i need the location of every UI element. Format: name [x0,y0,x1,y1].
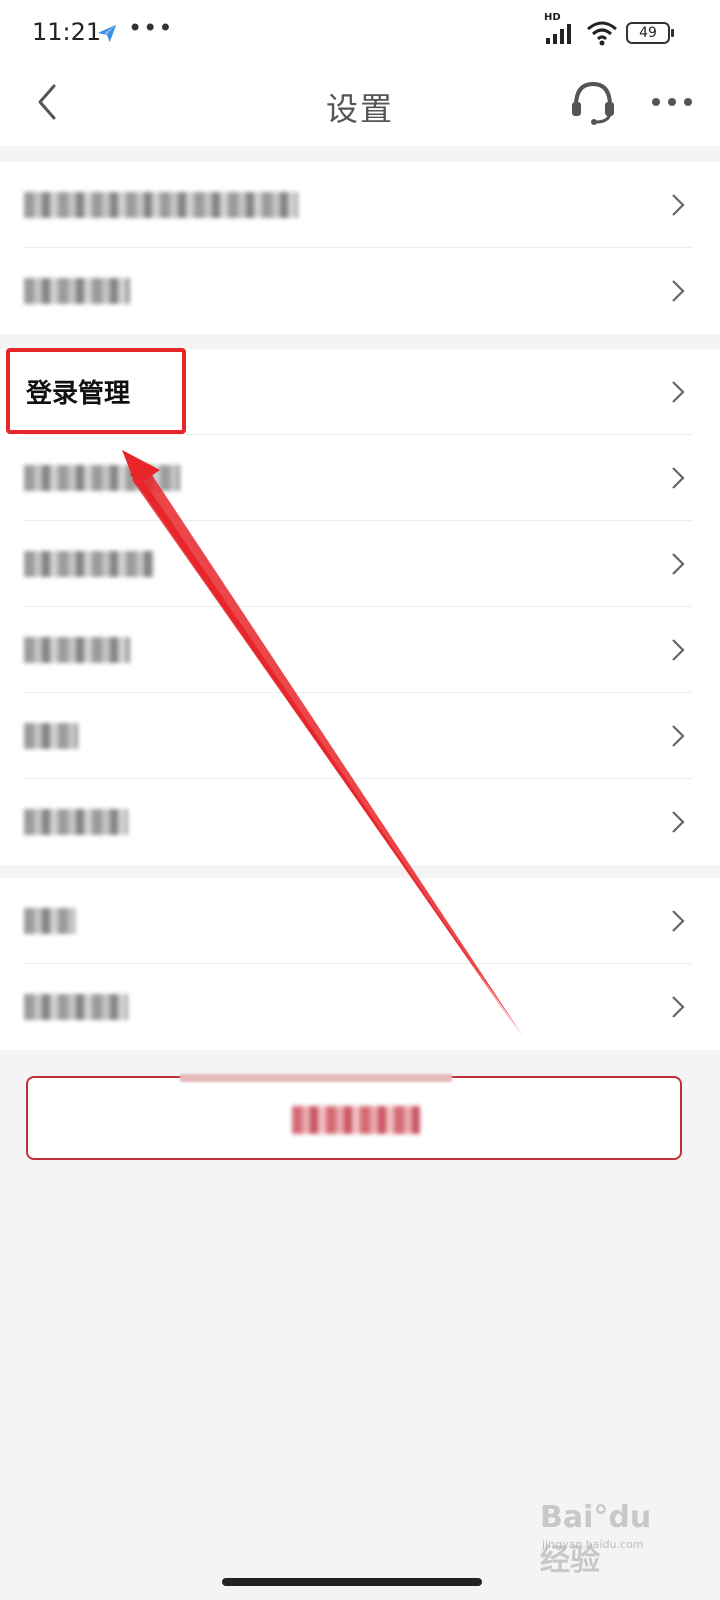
baidu-watermark: Bai°du 经验 jingyan.baidu.com [540,1496,680,1578]
chevron-right-icon [672,639,685,661]
chevron-right-icon [672,280,685,302]
blurred-row-label [24,465,180,491]
wifi-icon [587,21,617,46]
settings-row[interactable] [0,878,720,964]
home-indicator[interactable] [222,1578,482,1586]
blurred-row-label [24,723,78,749]
blurred-row-label [24,192,298,218]
settings-group-1 [0,162,720,334]
blurred-row-label [24,908,76,934]
button-top-shadow [180,1074,452,1082]
settings-row[interactable] [0,779,720,865]
settings-group-3 [0,878,720,1050]
send-plane-icon [97,24,117,43]
nav-bar: 设置 [0,66,720,146]
signal-icon: HD [544,12,578,48]
settings-row[interactable] [0,162,720,248]
blurred-row-label [24,809,128,835]
highlight-annotation-box [6,348,186,434]
chevron-right-icon [672,996,685,1018]
settings-row[interactable] [0,521,720,607]
logout-button[interactable] [26,1076,682,1160]
watermark-domain: jingyan.baidu.com [542,1538,644,1551]
status-bar: 11:21 ••• HD 49 [0,0,720,66]
blurred-row-label [24,637,130,663]
status-indicators: HD 49 [544,12,674,48]
chevron-right-icon [672,910,685,932]
chevron-right-icon [672,811,685,833]
chevron-right-icon [672,467,685,489]
blurred-row-label [24,994,128,1020]
battery-indicator: 49 [626,22,674,44]
chevron-right-icon [672,381,685,403]
status-more-dots: ••• [128,14,174,42]
blurred-row-label [24,278,130,304]
status-time: 11:21 [32,18,102,46]
more-dots-icon[interactable] [650,80,694,124]
settings-row[interactable] [0,607,720,693]
chevron-right-icon [672,725,685,747]
settings-row[interactable] [0,248,720,334]
blurred-logout-label [292,1106,420,1134]
blurred-row-label [24,551,154,577]
settings-row[interactable] [0,964,720,1050]
chevron-right-icon [672,553,685,575]
headset-icon[interactable] [568,76,618,126]
chevron-right-icon [672,194,685,216]
settings-row[interactable] [0,435,720,521]
settings-row[interactable] [0,693,720,779]
